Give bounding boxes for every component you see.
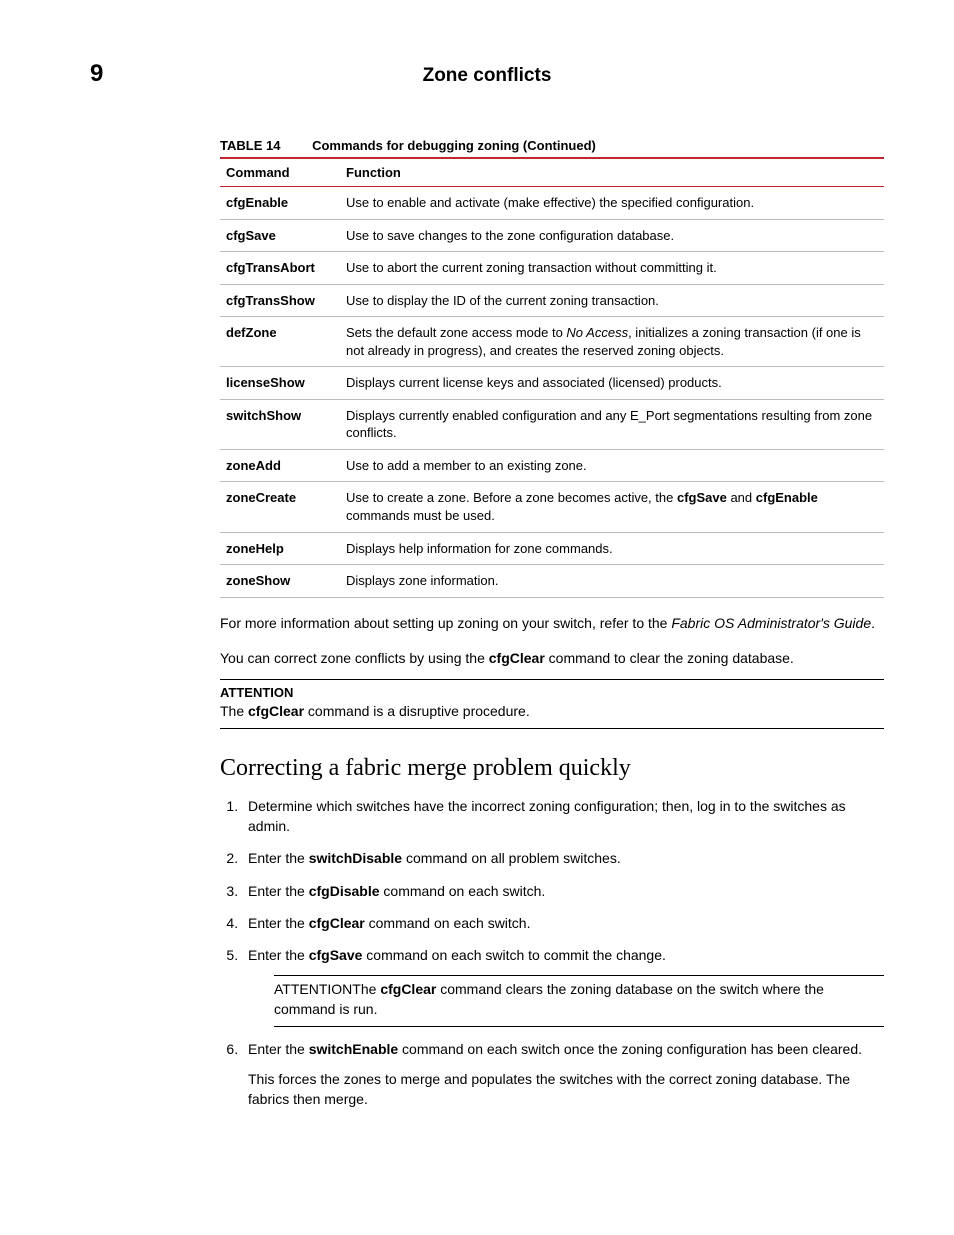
cell-function: Displays currently enabled configuration… (340, 399, 884, 449)
cell-command: zoneAdd (220, 449, 340, 482)
table-title: Commands for debugging zoning (Continued… (312, 138, 596, 153)
cell-function: Use to create a zone. Before a zone beco… (340, 482, 884, 532)
content-area: TABLE 14 Commands for debugging zoning (… (220, 138, 884, 1109)
section-heading: Correcting a fabric merge problem quickl… (220, 755, 884, 782)
table-row: defZoneSets the default zone access mode… (220, 317, 884, 367)
attention-label: ATTENTION (274, 981, 352, 997)
cell-function: Displays current license keys and associ… (340, 367, 884, 400)
para-cfgclear: You can correct zone conflicts by using … (220, 649, 884, 669)
table-row: switchShowDisplays currently enabled con… (220, 399, 884, 449)
list-item: Enter the switchDisable command on all p… (242, 848, 884, 868)
cell-function: Use to enable and activate (make effecti… (340, 187, 884, 220)
table-label: TABLE 14 (220, 138, 280, 153)
cell-function: Use to save changes to the zone configur… (340, 219, 884, 252)
col-function: Function (340, 158, 884, 187)
attention-block: ATTENTIONThe cfgClear command clears the… (274, 975, 884, 1026)
table-row: cfgSaveUse to save changes to the zone c… (220, 219, 884, 252)
cell-function: Use to display the ID of the current zon… (340, 284, 884, 317)
attention-block: ATTENTION The cfgClear command is a disr… (220, 679, 884, 729)
page-header: 9 Zone conflicts (90, 60, 884, 88)
cell-function: Displays zone information. (340, 565, 884, 598)
step-extra: This forces the zones to merge and popul… (248, 1069, 884, 1110)
attention-label: ATTENTION (220, 684, 884, 702)
table-row: zoneHelpDisplays help information for zo… (220, 532, 884, 565)
table-row: licenseShowDisplays current license keys… (220, 367, 884, 400)
list-item: Enter the switchEnable command on each s… (242, 1039, 884, 1110)
table-row: zoneShowDisplays zone information. (220, 565, 884, 598)
table-caption: TABLE 14 Commands for debugging zoning (… (220, 138, 884, 153)
cell-command: switchShow (220, 399, 340, 449)
table-row: zoneAddUse to add a member to an existin… (220, 449, 884, 482)
cell-command: zoneHelp (220, 532, 340, 565)
col-command: Command (220, 158, 340, 187)
list-item: Determine which switches have the incorr… (242, 796, 884, 837)
table-row: zoneCreateUse to create a zone. Before a… (220, 482, 884, 532)
table-row: cfgTransAbortUse to abort the current zo… (220, 252, 884, 285)
page: 9 Zone conflicts TABLE 14 Commands for d… (0, 0, 954, 1181)
list-item: Enter the cfgDisable command on each swi… (242, 881, 884, 901)
cell-command: zoneCreate (220, 482, 340, 532)
cell-function: Use to add a member to an existing zone. (340, 449, 884, 482)
table-row: cfgEnableUse to enable and activate (mak… (220, 187, 884, 220)
commands-tbody: cfgEnableUse to enable and activate (mak… (220, 187, 884, 598)
commands-table: Command Function cfgEnableUse to enable … (220, 157, 884, 598)
steps-list: Determine which switches have the incorr… (220, 796, 884, 1110)
cell-command: licenseShow (220, 367, 340, 400)
list-item: Enter the cfgSave command on each switch… (242, 945, 884, 1026)
cell-command: defZone (220, 317, 340, 367)
cell-command: cfgTransAbort (220, 252, 340, 285)
para-more-info: For more information about setting up zo… (220, 614, 884, 634)
cell-command: zoneShow (220, 565, 340, 598)
cell-command: cfgEnable (220, 187, 340, 220)
cell-function: Use to abort the current zoning transact… (340, 252, 884, 285)
table-row: cfgTransShowUse to display the ID of the… (220, 284, 884, 317)
cell-function: Displays help information for zone comma… (340, 532, 884, 565)
chapter-number: 9 (90, 60, 220, 88)
cell-command: cfgSave (220, 219, 340, 252)
attention-body: The cfgClear command is a disruptive pro… (220, 703, 530, 719)
list-item: Enter the cfgClear command on each switc… (242, 913, 884, 933)
page-title: Zone conflicts (220, 65, 884, 87)
cell-function: Sets the default zone access mode to No … (340, 317, 884, 367)
attention-body: The cfgClear command clears the zoning d… (274, 981, 824, 1017)
cell-command: cfgTransShow (220, 284, 340, 317)
